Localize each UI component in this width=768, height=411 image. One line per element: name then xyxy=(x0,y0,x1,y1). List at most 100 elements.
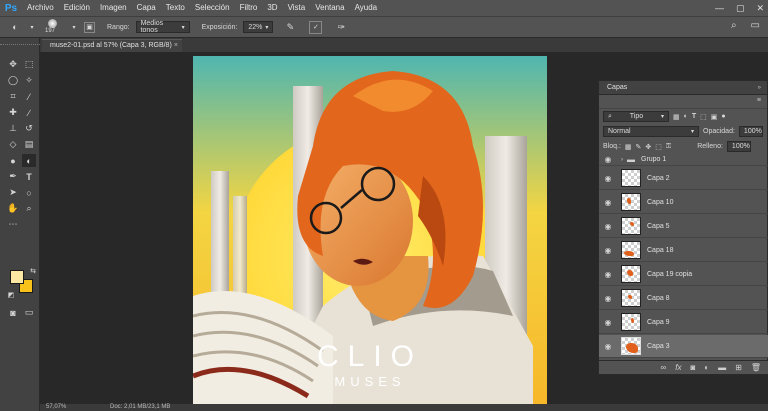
eye-icon[interactable]: ◉ xyxy=(599,155,617,164)
protect-tones-icon[interactable]: ✓ xyxy=(309,20,323,34)
shape-filter-icon[interactable]: ⬚ xyxy=(700,113,707,121)
more-tools-icon[interactable]: ⋯ xyxy=(6,218,20,231)
ellipse-tool-icon[interactable]: ○ xyxy=(22,186,36,199)
close-window-icon[interactable]: ✕ xyxy=(756,3,764,14)
document-tab[interactable]: muse2-01.psd al 57% (Capa 3, RGB/8) × xyxy=(42,39,182,52)
opacity-input[interactable]: 100% xyxy=(738,126,763,137)
eraser-icon[interactable]: ◇ xyxy=(6,138,20,151)
default-colors-icon[interactable]: ◩ xyxy=(4,288,18,301)
layer-row[interactable]: ◉ Capa 19 copia xyxy=(599,263,768,286)
type-filter-icon[interactable]: T xyxy=(692,113,696,120)
pen-tool-icon[interactable]: ✒ xyxy=(6,170,20,183)
eye-icon[interactable]: ◉ xyxy=(599,222,617,231)
blend-mode-select[interactable]: Normal ▾ xyxy=(603,126,699,137)
hand-tool-icon[interactable]: ✋ xyxy=(6,202,20,215)
layer-row[interactable]: ◉ Capa 9 xyxy=(599,311,768,334)
type-tool-icon[interactable]: T xyxy=(22,170,36,183)
link-layers-icon[interactable]: ∞ xyxy=(661,363,667,372)
collapse-panel-icon[interactable]: » xyxy=(758,81,761,95)
menu-filtro[interactable]: Filtro xyxy=(235,0,263,16)
eye-icon[interactable]: ◉ xyxy=(599,342,617,351)
new-group-icon[interactable]: ▬ xyxy=(718,363,726,372)
blur-tool-icon[interactable]: ● xyxy=(6,154,20,167)
layer-row[interactable]: ◉ Capa 5 xyxy=(599,215,768,238)
path-selection-icon[interactable]: ➤ xyxy=(6,186,20,199)
gradient-icon[interactable]: ▤ xyxy=(22,138,36,151)
menu-ventana[interactable]: Ventana xyxy=(310,0,349,16)
menu-vista[interactable]: Vista xyxy=(283,0,311,16)
exposure-input[interactable]: 22% ▾ xyxy=(243,21,274,33)
eyedropper-icon[interactable]: ⁄ xyxy=(22,90,36,103)
history-brush-icon[interactable]: ↺ xyxy=(22,122,36,135)
dodge-tool-preset-icon[interactable]: ◐ xyxy=(8,20,22,34)
quick-mask-icon[interactable]: ◙ xyxy=(6,306,20,319)
eye-icon[interactable]: ◉ xyxy=(599,270,617,279)
lock-transparency-icon[interactable]: ▦ xyxy=(625,143,632,151)
filter-toggle-icon[interactable]: ● xyxy=(721,113,725,120)
layer-row[interactable]: ◉ › ▬ Grupo 1 xyxy=(599,154,768,166)
minimize-icon[interactable]: — xyxy=(715,3,724,13)
lock-image-icon[interactable]: ✎ xyxy=(636,143,642,151)
menu-seleccion[interactable]: Selección xyxy=(190,0,235,16)
brush-tool-icon[interactable]: ∕ xyxy=(22,106,36,119)
new-layer-icon[interactable]: ⊞ xyxy=(735,363,742,372)
zoom-level[interactable]: 57,07% xyxy=(46,404,66,410)
lock-artboard-icon[interactable]: ⬚ xyxy=(655,143,662,151)
delete-layer-icon[interactable]: 🗑 xyxy=(751,363,761,372)
adjustment-filter-icon[interactable]: ◐ xyxy=(684,113,688,120)
menu-ayuda[interactable]: Ayuda xyxy=(350,0,383,16)
brush-panel-icon[interactable]: ▣ xyxy=(84,21,95,33)
menu-archivo[interactable]: Archivo xyxy=(22,0,59,16)
search-icon[interactable]: ⌕ xyxy=(731,20,737,31)
eye-icon[interactable]: ◉ xyxy=(599,198,617,207)
maximize-icon[interactable]: ▢ xyxy=(736,3,745,14)
zoom-tool-icon[interactable]: ⌕ xyxy=(22,202,36,215)
layer-filter-select[interactable]: ⌕ Tipo ▾ xyxy=(603,111,669,122)
menu-edicion[interactable]: Edición xyxy=(59,0,95,16)
workspace-icon[interactable]: ▭ xyxy=(751,20,760,31)
magic-wand-icon[interactable]: ✧ xyxy=(22,74,36,87)
layer-row[interactable]: ◉ Capa 8 xyxy=(599,287,768,310)
fill-input[interactable]: 100% xyxy=(726,141,751,152)
menu-capa[interactable]: Capa xyxy=(132,0,161,16)
menu-3d[interactable]: 3D xyxy=(262,0,282,16)
lock-position-icon[interactable]: ✥ xyxy=(645,143,651,151)
dodge-tool-icon[interactable]: ◐ xyxy=(22,154,36,167)
chevron-down-icon[interactable]: ▾ xyxy=(28,20,36,34)
chevron-down-icon[interactable]: ▾ xyxy=(70,20,78,34)
range-select[interactable]: Medios tonos ▾ xyxy=(135,20,190,34)
lock-all-icon[interactable]: ⚿ xyxy=(666,143,671,151)
pixel-filter-icon[interactable]: ▦ xyxy=(673,113,680,121)
adjustment-layer-icon[interactable]: ◐ xyxy=(704,363,709,372)
swap-colors-icon[interactable]: ⇆ xyxy=(26,264,40,277)
eye-icon[interactable]: ◉ xyxy=(599,318,617,327)
clone-stamp-icon[interactable]: ⊥ xyxy=(6,122,20,135)
crop-tool-icon[interactable]: ⌗ xyxy=(6,90,20,103)
screen-mode-icon[interactable]: ▭ xyxy=(22,306,36,319)
layer-row[interactable]: ◉ Capa 10 xyxy=(599,191,768,214)
menu-texto[interactable]: Texto xyxy=(161,0,190,16)
layer-row-selected[interactable]: ◉ Capa 3 xyxy=(599,335,768,358)
airbrush-icon[interactable]: ✎ xyxy=(283,20,297,34)
eye-icon[interactable]: ◉ xyxy=(599,174,617,183)
eye-icon[interactable]: ◉ xyxy=(599,294,617,303)
layer-style-icon[interactable]: fx xyxy=(675,363,681,372)
chevron-right-icon[interactable]: › xyxy=(621,157,623,163)
eye-icon[interactable]: ◉ xyxy=(599,246,617,255)
foreground-color-swatch[interactable] xyxy=(10,270,24,284)
pressure-icon[interactable]: ✑ xyxy=(334,20,348,34)
layer-row[interactable]: ◉ Capa 18 xyxy=(599,239,768,262)
marquee-tool-icon[interactable]: ⬚ xyxy=(22,58,36,71)
brush-size-picker[interactable]: 197 xyxy=(42,18,64,36)
panel-menu-icon[interactable]: ≡ xyxy=(757,97,761,104)
lasso-tool-icon[interactable]: ◯ xyxy=(6,74,20,87)
smart-object-filter-icon[interactable]: ▣ xyxy=(711,113,718,121)
layers-panel-title[interactable]: Capas xyxy=(607,84,627,91)
layer-row[interactable]: ◉ Capa 2 xyxy=(599,167,768,190)
menu-imagen[interactable]: Imagen xyxy=(95,0,132,16)
add-mask-icon[interactable]: ◙ xyxy=(690,363,695,372)
move-tool-icon[interactable]: ✥ xyxy=(6,58,20,71)
healing-brush-icon[interactable]: ✚ xyxy=(6,106,20,119)
close-icon[interactable]: × xyxy=(174,40,178,52)
document-canvas[interactable]: CLIO MUSES xyxy=(193,56,547,404)
